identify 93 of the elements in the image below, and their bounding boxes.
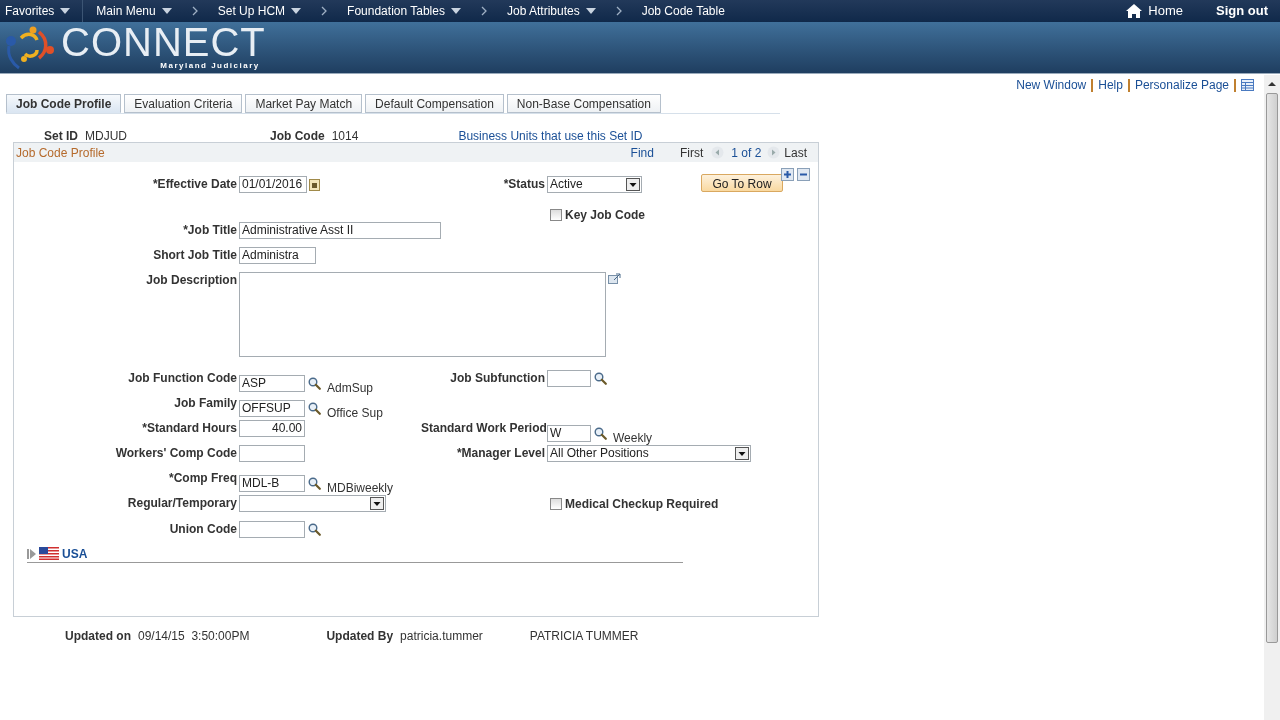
sign-out-link[interactable]: Sign out <box>1216 1 1268 21</box>
select-field[interactable] <box>239 495 386 512</box>
business-units-link[interactable]: Business Units that use this Set ID <box>458 127 643 145</box>
scrollbar[interactable] <box>1264 75 1280 720</box>
field-label: Job Family <box>174 396 237 410</box>
field-label: Job Subfunction <box>450 371 545 385</box>
add-row-icon[interactable] <box>781 168 794 181</box>
field-label: Updated on <box>65 628 131 645</box>
search-icon[interactable] <box>308 402 321 415</box>
nav-menu-item[interactable]: Job Attributes <box>506 2 596 20</box>
search-icon[interactable] <box>308 477 321 490</box>
nav-menu-item[interactable]: Main Menu <box>83 2 172 20</box>
panel-title: Job Code Profile <box>16 144 105 162</box>
lookup-field[interactable]: MDL-B <box>239 475 305 492</box>
logo-subtitle: Maryland Judiciary <box>160 61 260 70</box>
field-description: Office Sup <box>327 405 383 422</box>
section-link[interactable]: USA <box>62 544 88 563</box>
expand-arrow-icon[interactable] <box>27 547 37 560</box>
search-icon[interactable] <box>308 377 321 390</box>
lookup-field[interactable] <box>239 521 305 538</box>
go-to-row-button[interactable]: Go To Row <box>701 174 783 192</box>
checkbox[interactable] <box>550 498 562 510</box>
home-link[interactable]: Home <box>1126 1 1183 21</box>
select-field[interactable]: All Other Positions <box>547 445 751 462</box>
chevron-icon <box>480 6 487 16</box>
field-label: *Status <box>503 177 545 191</box>
row-position: 1 of 2 <box>731 144 762 162</box>
field-label: Regular/Temporary <box>127 496 237 510</box>
expand-icon[interactable] <box>608 273 621 284</box>
field-description: MDBiweekly <box>327 480 393 497</box>
grid-icon[interactable] <box>1241 79 1254 91</box>
page-tab[interactable]: Non-Base Compensation <box>506 94 661 113</box>
field-label: Short Job Title <box>153 248 237 262</box>
page-tab[interactable]: Job Code Profile <box>6 94 122 113</box>
page-tab[interactable]: Market Pay Match <box>245 94 363 113</box>
lookup-field[interactable]: ASP <box>239 375 305 392</box>
flag-icon <box>39 547 59 560</box>
field-label: *Comp Freq <box>169 471 237 485</box>
nav-menu-item[interactable]: Foundation Tables <box>347 2 461 20</box>
field-value: PATRICIA TUMMER <box>529 628 639 645</box>
find-link[interactable]: Find <box>630 143 654 162</box>
field-label: Workers' Comp Code <box>115 446 237 460</box>
field-label: Set ID <box>44 128 78 145</box>
lookup-field[interactable] <box>547 370 591 387</box>
delete-row-icon[interactable] <box>797 168 810 181</box>
calendar-icon[interactable] <box>309 178 320 191</box>
page-link[interactable]: Help <box>1098 76 1123 94</box>
field-label: Updated By <box>326 628 394 645</box>
logo-icon <box>3 25 55 70</box>
first-link[interactable]: First <box>679 143 704 162</box>
field-label: *Effective Date <box>152 177 237 191</box>
field-value: MDJUD <box>85 128 127 145</box>
field-label: Job Code <box>270 128 325 145</box>
last-link[interactable]: Last <box>784 143 807 162</box>
checkbox[interactable] <box>550 209 562 221</box>
text-field[interactable]: 40.00 <box>239 420 305 437</box>
page-tab[interactable]: Evaluation Criteria <box>124 94 243 113</box>
page-link[interactable]: Personalize Page <box>1134 76 1229 94</box>
field-value: 09/14/15 3:50:00PM <box>138 628 250 645</box>
search-icon[interactable] <box>594 372 607 385</box>
field-label: Union Code <box>169 522 237 536</box>
checkbox-label: Key Job Code <box>565 207 645 224</box>
field-label: Standard Work Period <box>421 421 547 435</box>
text-field[interactable]: Administra <box>239 247 316 264</box>
checkbox-label: Medical Checkup Required <box>565 496 719 513</box>
chevron-icon <box>321 6 328 16</box>
date-field[interactable]: 01/01/2016 <box>239 176 307 193</box>
chevron-icon <box>615 6 622 16</box>
field-description: Weekly <box>613 430 653 447</box>
text-field[interactable]: Administrative Asst II <box>239 222 441 239</box>
scroll-up-icon[interactable] <box>1268 81 1276 87</box>
home-icon <box>1126 4 1143 18</box>
search-icon[interactable] <box>594 427 607 440</box>
field-value: 1014 <box>331 128 359 145</box>
field-label: Job Function Code <box>128 371 237 385</box>
lookup-field[interactable]: W <box>547 425 591 442</box>
scrollbar-thumb[interactable] <box>1266 93 1278 643</box>
field-label: *Job Title <box>183 223 237 237</box>
field-label: *Manager Level <box>456 446 545 460</box>
lookup-field[interactable]: OFFSUP <box>239 400 305 417</box>
search-icon[interactable] <box>308 523 321 536</box>
field-value: patricia.tummer <box>400 628 483 645</box>
logo-wordmark: CONNECT <box>61 23 266 61</box>
field-label: *Standard Hours <box>142 421 237 435</box>
nav-menu-item[interactable]: Set Up HCM <box>217 2 302 20</box>
select-field[interactable]: Active <box>547 176 642 193</box>
field-label: Job Description <box>146 273 237 287</box>
page-link[interactable]: New Window <box>1016 76 1087 94</box>
text-field[interactable] <box>239 445 305 462</box>
nav-menu-item[interactable]: Job Code Table <box>641 2 725 20</box>
page-tab[interactable]: Default Compensation <box>365 94 504 113</box>
field-description: AdmSup <box>327 380 374 397</box>
chevron-icon <box>191 6 198 16</box>
